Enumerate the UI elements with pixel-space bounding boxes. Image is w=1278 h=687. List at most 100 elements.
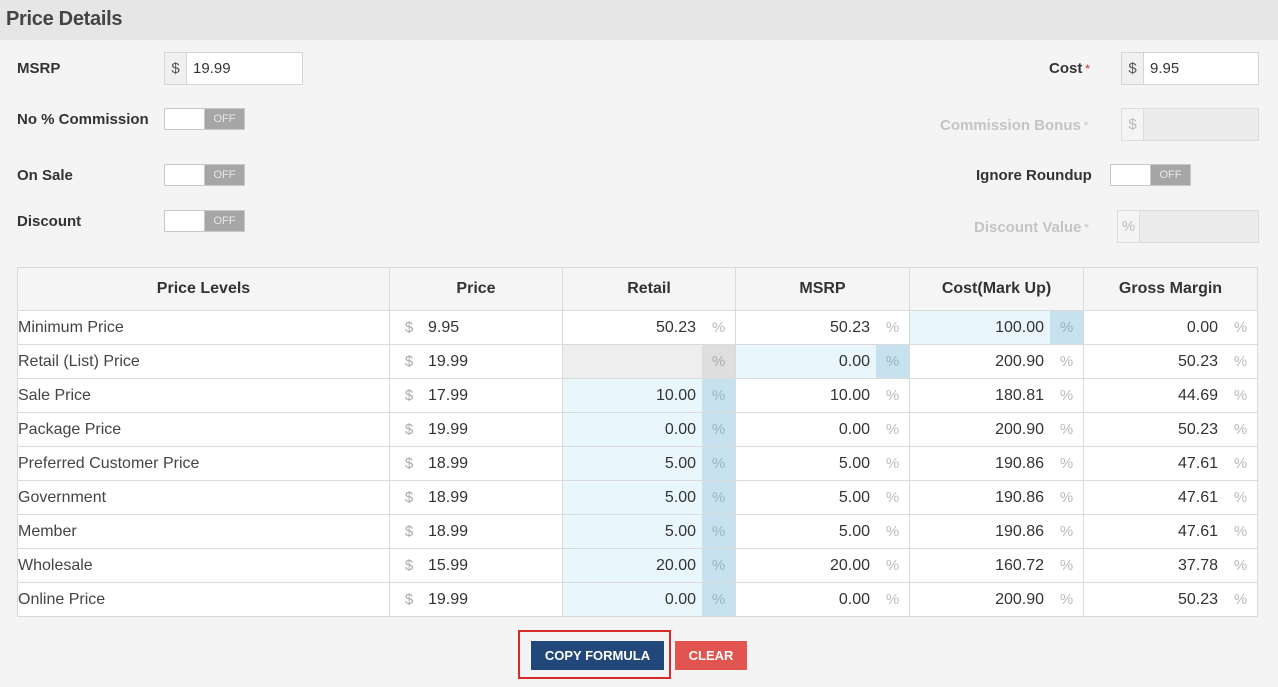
commission-bonus-value[interactable]	[1144, 109, 1258, 140]
retail-input[interactable]: 5.00%	[563, 447, 735, 480]
msrp-cell[interactable]: 0.00%	[735, 582, 910, 617]
cost-markup-input[interactable]: 100.00%	[910, 311, 1083, 344]
msrp-value[interactable]: 0.00	[736, 353, 876, 371]
cost-markup-cell[interactable]: 200.90%	[909, 344, 1084, 379]
cost-markup-value[interactable]: 190.86	[910, 523, 1050, 541]
gross-margin-cell[interactable]: 37.78%	[1083, 548, 1258, 583]
msrp-cell[interactable]: 10.00%	[735, 378, 910, 413]
retail-value[interactable]: 10.00	[563, 387, 702, 405]
cost-markup-input[interactable]: 190.86%	[910, 447, 1083, 480]
cost-markup-input[interactable]: 200.90%	[910, 345, 1083, 378]
gross-margin-input[interactable]: 50.23%	[1084, 413, 1257, 446]
msrp-cell[interactable]: 0.00%	[735, 412, 910, 447]
retail-value[interactable]: 0.00	[563, 591, 702, 609]
no-commission-toggle[interactable]: OFF	[164, 108, 245, 130]
gross-margin-cell[interactable]: 44.69%	[1083, 378, 1258, 413]
retail-input[interactable]: 0.00%	[563, 583, 735, 616]
msrp-cell[interactable]: 5.00%	[735, 480, 910, 515]
gross-margin-value[interactable]: 44.69	[1084, 387, 1224, 405]
retail-cell[interactable]: 0.00%	[562, 412, 736, 447]
gross-margin-cell[interactable]: 50.23%	[1083, 582, 1258, 617]
cost-markup-cell[interactable]: 190.86%	[909, 480, 1084, 515]
cost-markup-value[interactable]: 200.90	[910, 591, 1050, 609]
msrp-value[interactable]: 50.23	[736, 319, 876, 337]
gross-margin-input[interactable]: 37.78%	[1084, 549, 1257, 582]
cost-markup-value[interactable]: 190.86	[910, 455, 1050, 473]
cost-value[interactable]: 9.95	[1144, 53, 1258, 84]
msrp-cell[interactable]: 20.00%	[735, 548, 910, 583]
msrp-input[interactable]: 5.00%	[736, 481, 909, 514]
ignore-roundup-toggle[interactable]: OFF	[1110, 164, 1191, 186]
gross-margin-input[interactable]: 50.23%	[1084, 345, 1257, 378]
retail-cell[interactable]: 50.23%	[562, 310, 736, 345]
retail-cell[interactable]: 20.00%	[562, 548, 736, 583]
msrp-value[interactable]: 5.00	[736, 489, 876, 507]
gross-margin-value[interactable]: 47.61	[1084, 455, 1224, 473]
msrp-input[interactable]: 0.00%	[736, 583, 909, 616]
gross-margin-cell[interactable]: 50.23%	[1083, 412, 1258, 447]
gross-margin-value[interactable]: 47.61	[1084, 489, 1224, 507]
cost-markup-value[interactable]: 190.86	[910, 489, 1050, 507]
retail-cell[interactable]: %	[562, 344, 736, 379]
msrp-value[interactable]: 19.99	[187, 53, 302, 84]
msrp-field[interactable]: $ 19.99	[164, 52, 303, 85]
msrp-input[interactable]: 10.00%	[736, 379, 909, 412]
msrp-cell[interactable]: 5.00%	[735, 514, 910, 549]
cost-markup-value[interactable]: 100.00	[910, 319, 1050, 337]
gross-margin-value[interactable]: 50.23	[1084, 353, 1224, 371]
msrp-cell[interactable]: 5.00%	[735, 446, 910, 481]
msrp-value[interactable]: 5.00	[736, 523, 876, 541]
retail-input[interactable]: 10.00%	[563, 379, 735, 412]
msrp-cell[interactable]: 50.23%	[735, 310, 910, 345]
gross-margin-value[interactable]: 50.23	[1084, 591, 1224, 609]
msrp-input[interactable]: 5.00%	[736, 515, 909, 548]
retail-value[interactable]: 5.00	[563, 455, 702, 473]
cost-markup-cell[interactable]: 160.72%	[909, 548, 1084, 583]
cost-markup-input[interactable]: 180.81%	[910, 379, 1083, 412]
gross-margin-value[interactable]: 47.61	[1084, 523, 1224, 541]
retail-input[interactable]: %	[563, 345, 735, 378]
cost-markup-input[interactable]: 190.86%	[910, 481, 1083, 514]
cost-markup-cell[interactable]: 200.90%	[909, 412, 1084, 447]
copy-formula-button[interactable]: COPY FORMULA	[531, 641, 664, 670]
cost-markup-input[interactable]: 200.90%	[910, 413, 1083, 446]
cost-markup-cell[interactable]: 190.86%	[909, 514, 1084, 549]
cost-markup-cell[interactable]: 200.90%	[909, 582, 1084, 617]
msrp-input[interactable]: 50.23%	[736, 311, 909, 344]
retail-value[interactable]: 50.23	[563, 319, 702, 337]
msrp-input[interactable]: 0.00%	[736, 345, 909, 378]
cost-markup-input[interactable]: 200.90%	[910, 583, 1083, 616]
gross-margin-input[interactable]: 47.61%	[1084, 481, 1257, 514]
msrp-value[interactable]: 5.00	[736, 455, 876, 473]
retail-input[interactable]: 20.00%	[563, 549, 735, 582]
retail-value[interactable]: 5.00	[563, 523, 702, 541]
cost-markup-input[interactable]: 160.72%	[910, 549, 1083, 582]
gross-margin-cell[interactable]: 47.61%	[1083, 514, 1258, 549]
msrp-cell[interactable]: 0.00%	[735, 344, 910, 379]
retail-input[interactable]: 5.00%	[563, 481, 735, 514]
retail-cell[interactable]: 10.00%	[562, 378, 736, 413]
retail-cell[interactable]: 5.00%	[562, 446, 736, 481]
discount-value-value[interactable]	[1140, 211, 1258, 242]
on-sale-toggle[interactable]: OFF	[164, 164, 245, 186]
msrp-value[interactable]: 10.00	[736, 387, 876, 405]
gross-margin-input[interactable]: 0.00%	[1084, 311, 1257, 344]
gross-margin-input[interactable]: 47.61%	[1084, 515, 1257, 548]
retail-value[interactable]: 20.00	[563, 557, 702, 575]
cost-markup-cell[interactable]: 100.00%	[909, 310, 1084, 345]
gross-margin-value[interactable]: 37.78	[1084, 557, 1224, 575]
gross-margin-cell[interactable]: 0.00%	[1083, 310, 1258, 345]
gross-margin-cell[interactable]: 47.61%	[1083, 446, 1258, 481]
gross-margin-cell[interactable]: 47.61%	[1083, 480, 1258, 515]
retail-cell[interactable]: 5.00%	[562, 480, 736, 515]
gross-margin-input[interactable]: 44.69%	[1084, 379, 1257, 412]
gross-margin-value[interactable]: 50.23	[1084, 421, 1224, 439]
retail-input[interactable]: 50.23%	[563, 311, 735, 344]
msrp-value[interactable]: 0.00	[736, 421, 876, 439]
retail-cell[interactable]: 5.00%	[562, 514, 736, 549]
msrp-input[interactable]: 20.00%	[736, 549, 909, 582]
msrp-value[interactable]: 20.00	[736, 557, 876, 575]
cost-markup-value[interactable]: 200.90	[910, 353, 1050, 371]
cost-field[interactable]: $ 9.95	[1121, 52, 1259, 85]
discount-toggle[interactable]: OFF	[164, 210, 245, 232]
